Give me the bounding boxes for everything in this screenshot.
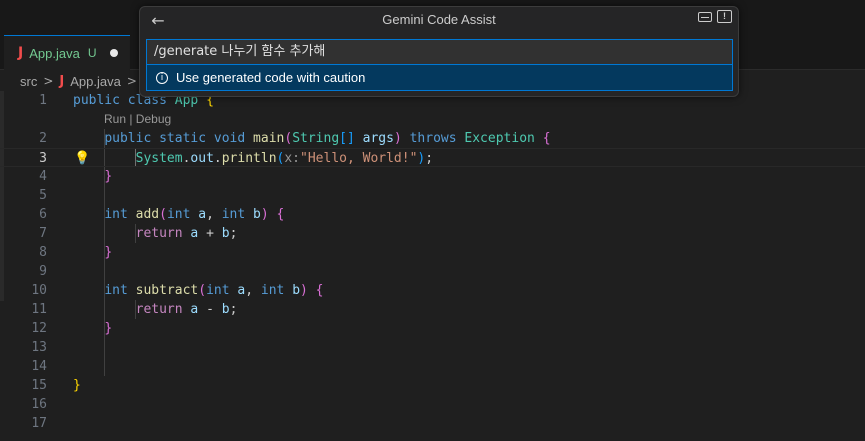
git-status-badge: U: [87, 46, 97, 60]
info-icon: i: [156, 71, 168, 84]
feedback-icon[interactable]: !: [717, 10, 732, 23]
code-text: }: [104, 169, 113, 184]
code-line: 15 }: [0, 376, 865, 395]
code-text: }: [73, 378, 81, 393]
code-line: 8 }: [0, 243, 865, 262]
line-number: 2: [39, 131, 47, 146]
caution-label: Use generated code with caution: [176, 70, 366, 85]
line-number: 12: [31, 321, 47, 336]
code-line: 5: [0, 186, 865, 205]
caution-item[interactable]: i Use generated code with caution: [146, 65, 733, 91]
code-line: 11 return a - b;: [0, 300, 865, 319]
code-line: 4 }: [0, 167, 865, 186]
breadcrumb-file[interactable]: App.java: [70, 74, 121, 89]
line-number: 10: [31, 283, 47, 298]
line-number: 11: [31, 302, 47, 317]
code-editor[interactable]: 1 public class App { Run | Debug 2 publi…: [0, 91, 865, 441]
line-number: 14: [31, 359, 47, 374]
code-line: 7 return a + b;: [0, 224, 865, 243]
chevron-right-icon: >: [43, 74, 54, 88]
keyboard-icon[interactable]: [698, 12, 712, 22]
code-line: 13: [0, 338, 865, 357]
breadcrumb-folder[interactable]: src: [20, 74, 37, 89]
code-text: System.out.println(x:"Hello, World!");: [135, 151, 434, 166]
code-text: }: [104, 245, 113, 260]
line-number: 16: [31, 397, 47, 412]
line-number: 5: [39, 188, 47, 203]
unsaved-dot-icon[interactable]: [110, 49, 119, 57]
code-text: int add(int a, int b) {: [104, 207, 285, 222]
inlay-hint: x:: [284, 151, 301, 166]
chevron-right-icon: >: [126, 74, 137, 88]
line-number: 1: [39, 93, 47, 108]
java-icon: J: [18, 45, 24, 61]
code-line: 6 int add(int a, int b) {: [0, 205, 865, 224]
code-text: return a - b;: [135, 302, 238, 317]
line-number: 15: [31, 378, 47, 393]
code-line: 2 public static void main(String[] args)…: [0, 129, 865, 148]
codelens-run-debug[interactable]: Run | Debug: [104, 110, 171, 129]
line-number: 8: [39, 245, 47, 260]
code-line: 12 }: [0, 319, 865, 338]
line-number: 7: [39, 226, 47, 241]
line-number: 9: [39, 264, 47, 279]
line-number: 3: [39, 151, 47, 166]
code-text: }: [104, 321, 113, 336]
line-number: 4: [39, 169, 47, 184]
code-text: int subtract(int a, int b) {: [104, 283, 324, 298]
tab-app-java[interactable]: J App.java U: [4, 35, 130, 70]
code-line-current: 3 💡 System.out.println(x:"Hello, World!"…: [0, 148, 865, 167]
code-line: 17: [0, 414, 865, 433]
tab-label: App.java: [29, 45, 80, 61]
code-line: 9: [0, 262, 865, 281]
code-line: 10 int subtract(int a, int b) {: [0, 281, 865, 300]
panel-title: Gemini Code Assist: [382, 12, 496, 27]
line-number: 17: [31, 416, 47, 431]
code-line: 16: [0, 395, 865, 414]
code-text: public static void main(String[] args) t…: [104, 131, 551, 146]
code-line: 14: [0, 357, 865, 376]
line-number: 13: [31, 340, 47, 355]
line-number: 6: [39, 207, 47, 222]
prompt-input[interactable]: /generate 나누기 함수 추가해: [146, 39, 733, 65]
gemini-code-assist-panel: ← Gemini Code Assist ! /generate 나누기 함수 …: [139, 6, 739, 97]
java-icon: J: [59, 73, 65, 89]
code-text: return a + b;: [135, 226, 238, 241]
